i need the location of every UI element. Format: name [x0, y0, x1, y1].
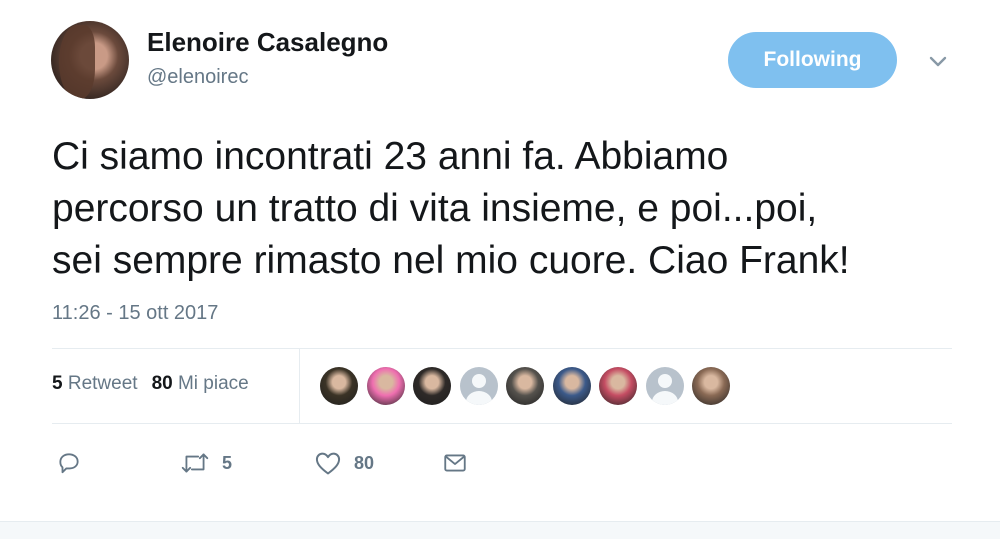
following-button[interactable]: Following: [728, 32, 897, 88]
direct-message-button[interactable]: [442, 448, 468, 478]
liker-avatar-7[interactable]: [599, 367, 637, 405]
retweet-icon: [181, 453, 209, 473]
tweet-timestamp[interactable]: 11:26 - 15 ott 2017: [52, 302, 218, 325]
tweet-text-line: sei sempre rimasto nel mio cuore. Ciao F…: [52, 239, 850, 282]
retweet-stat-label: Retweet: [67, 373, 138, 394]
tweet-text: Ci siamo incontrati 23 anni fa. Abbiamo …: [52, 131, 972, 287]
tweet-card: Elenoire Casalegno @elenoirec Following …: [0, 0, 1000, 520]
reply-button[interactable]: [56, 448, 82, 478]
author-handle[interactable]: @elenoirec: [147, 66, 248, 89]
like-stat[interactable]: 80 Mi piace: [152, 373, 249, 394]
retweet-button[interactable]: 5: [180, 448, 232, 478]
like-button[interactable]: 80: [314, 448, 374, 478]
default-avatar-icon[interactable]: [459, 367, 498, 405]
retweet-stat-count: 5: [52, 373, 63, 394]
like-count: 80: [354, 452, 375, 473]
liker-avatar-9[interactable]: [692, 367, 730, 405]
liker-avatar-5[interactable]: [506, 367, 544, 405]
stats-top-divider: [52, 348, 952, 349]
retweet-count: 5: [222, 452, 233, 473]
tweet-text-line: percorso un tratto di vita insieme, e po…: [52, 187, 818, 230]
like-stat-count: 80: [151, 373, 173, 394]
liker-avatar-1[interactable]: [320, 367, 358, 405]
tweet-actions: 5 80: [52, 448, 652, 478]
envelope-icon: [444, 454, 466, 472]
author-avatar[interactable]: [51, 21, 129, 99]
heart-icon: [315, 452, 341, 475]
default-avatar-icon[interactable]: [645, 367, 684, 405]
liker-avatar-6[interactable]: [552, 367, 591, 405]
author-display-name[interactable]: Elenoire Casalegno: [147, 27, 388, 58]
stats-bottom-divider: [52, 423, 952, 424]
like-stat-label: Mi piace: [177, 373, 249, 394]
stats-vertical-divider: [299, 349, 300, 423]
engagement-stats: 5 Retweet 80 Mi piace: [52, 373, 249, 395]
liker-avatar-2[interactable]: [366, 367, 405, 405]
reply-icon: [59, 453, 79, 474]
tweet-footer-strip: [0, 521, 1000, 539]
tweet-text-line: Ci siamo incontrati 23 anni fa. Abbiamo: [52, 135, 729, 178]
chevron-down-icon[interactable]: [926, 50, 950, 74]
avatar-hair: [59, 25, 95, 99]
retweet-stat[interactable]: 5 Retweet: [52, 373, 138, 394]
liker-avatar-3[interactable]: [413, 367, 451, 405]
